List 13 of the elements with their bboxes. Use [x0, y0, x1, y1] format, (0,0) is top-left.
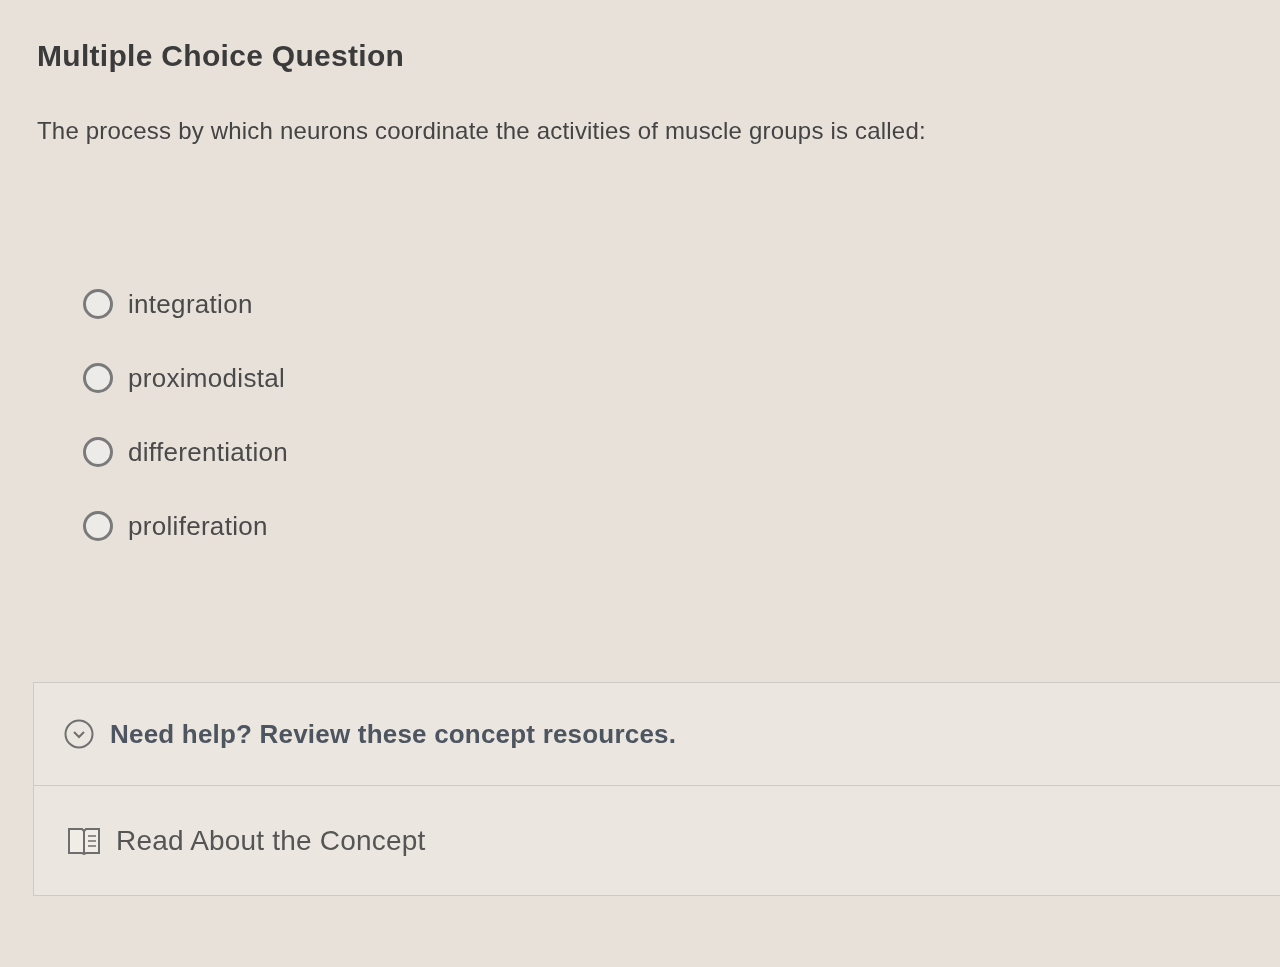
resource-link[interactable]: Read About the Concept: [33, 786, 1280, 896]
radio-button[interactable]: [83, 363, 113, 393]
help-toggle[interactable]: Need help? Review these concept resources.: [33, 682, 1280, 786]
question-type-title: Multiple Choice Question: [37, 38, 406, 74]
radio-button[interactable]: [83, 289, 113, 319]
book-icon: [68, 826, 100, 855]
radio-button[interactable]: [83, 511, 113, 541]
option-label[interactable]: integration: [128, 288, 253, 320]
question-prompt: The process by which neurons coordinate the activities of muscle groups is called:: [37, 116, 927, 146]
radio-button[interactable]: [83, 437, 113, 467]
option-label[interactable]: proliferation: [128, 510, 268, 542]
option-label[interactable]: proximodistal: [128, 362, 286, 394]
option-label[interactable]: differentiation: [128, 436, 289, 468]
